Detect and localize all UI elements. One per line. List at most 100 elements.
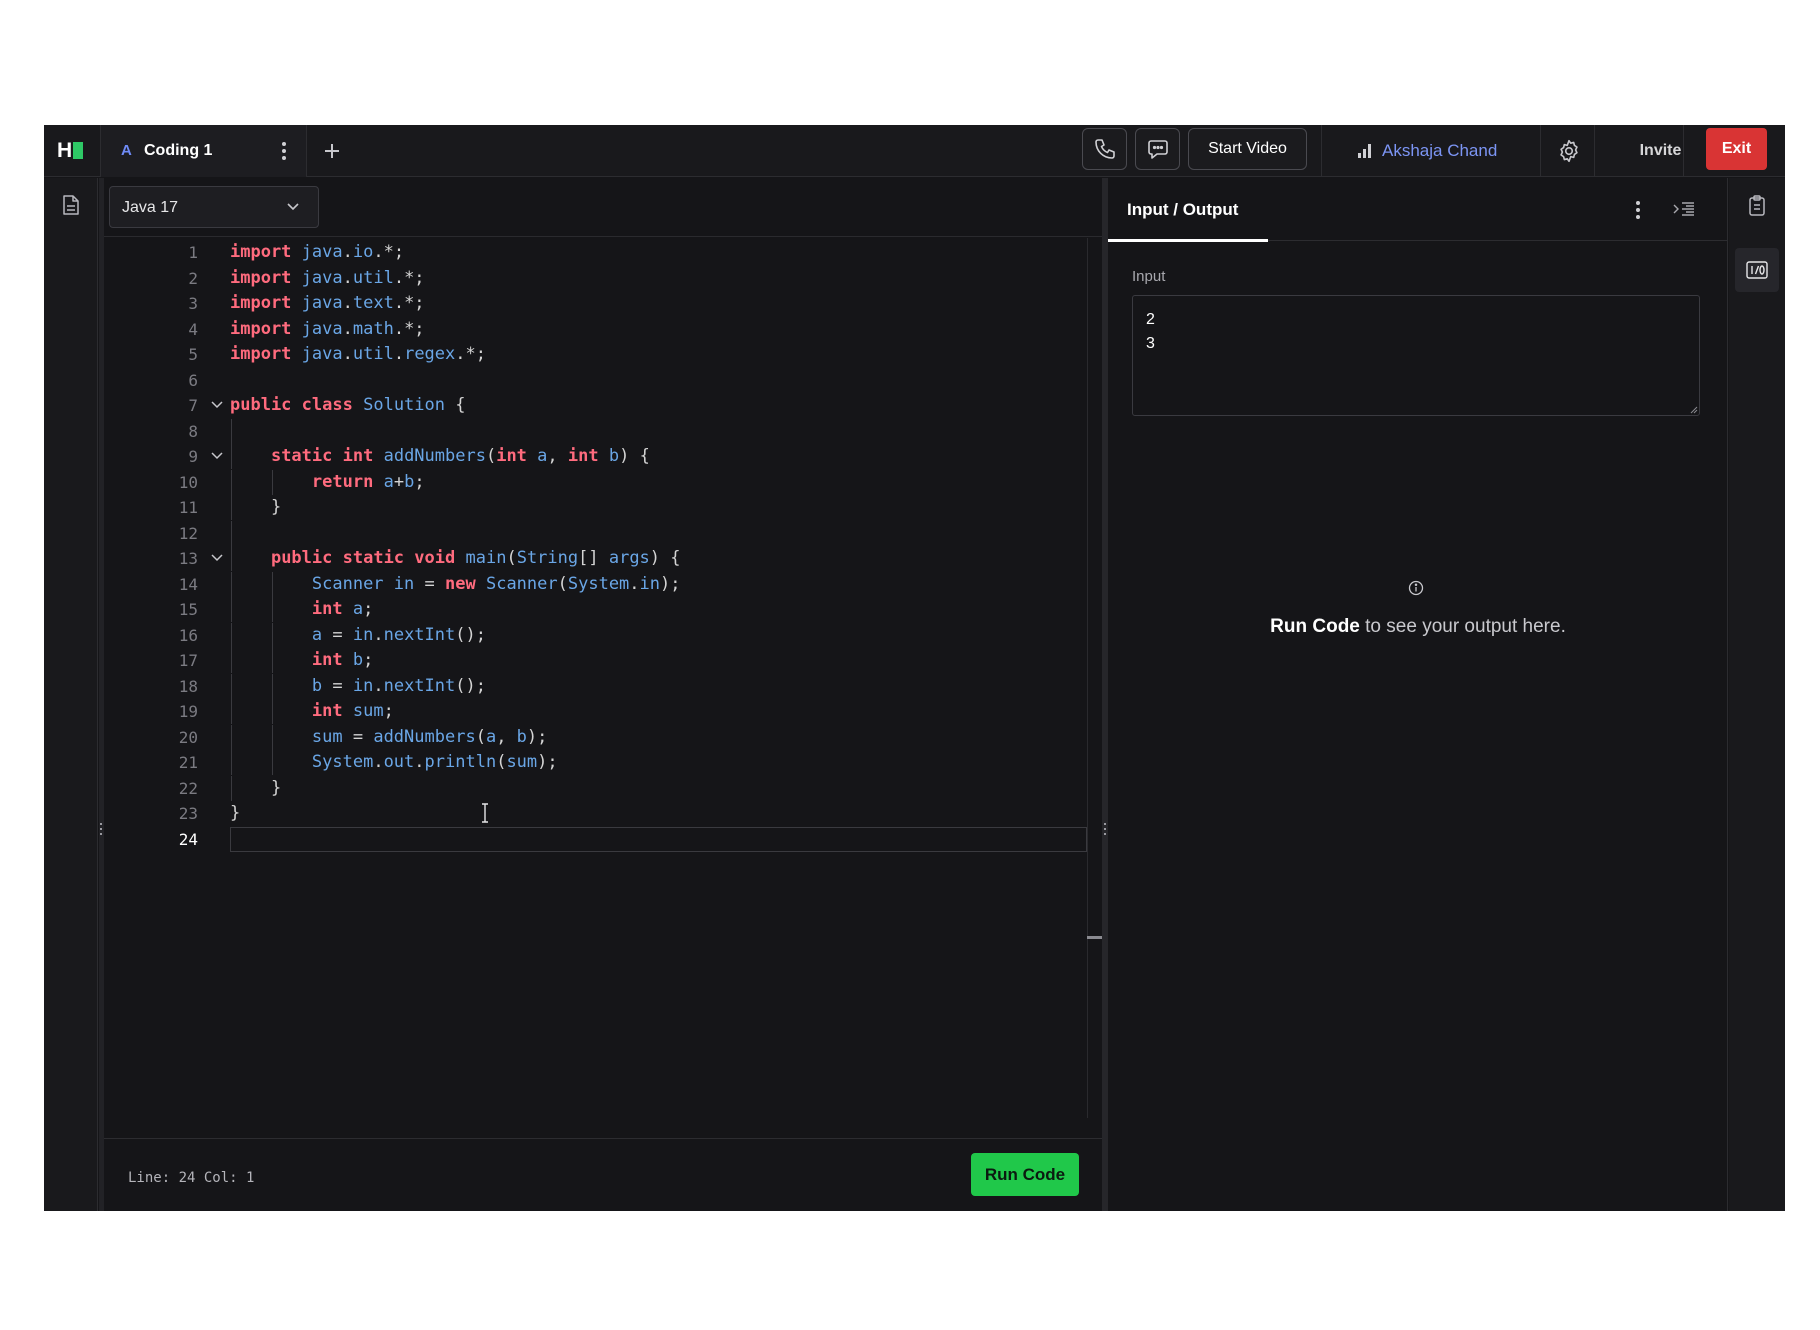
- line-number: 5: [188, 345, 198, 364]
- clipboard-icon[interactable]: [1747, 195, 1767, 217]
- line-number: 4: [188, 319, 198, 339]
- line-number: 20: [178, 727, 198, 747]
- io-menu-icon[interactable]: [1631, 198, 1645, 222]
- interview-app: H A Coding 1 Start Video Akshaja Chand I…: [44, 125, 1785, 1211]
- line-number: 11: [178, 498, 198, 517]
- code-line[interactable]: 7 public class Solution {: [104, 393, 1087, 418]
- line-number: 10: [178, 472, 198, 492]
- editor-footer: Line: 24 Col: 1 Run Code: [104, 1138, 1102, 1211]
- chevron-down-icon: [287, 203, 299, 211]
- code-line[interactable]: 5 import java.util.regex.*;: [104, 342, 1087, 367]
- code-line[interactable]: 10 return a+b;: [104, 469, 1087, 495]
- input-output-panel: Input / Output Input Run Code to see you…: [1108, 178, 1728, 1211]
- line-number: 3: [188, 294, 198, 313]
- cursor-position: Line: 24 Col: 1: [128, 1170, 255, 1186]
- code-line[interactable]: 11 }: [104, 495, 1087, 520]
- code-line[interactable]: 20 sum = addNumbers(a, b);: [104, 724, 1087, 750]
- code-line[interactable]: 1 import java.io.*;: [104, 240, 1087, 265]
- line-number: 17: [178, 651, 198, 670]
- logo-letter: H: [57, 139, 73, 162]
- code-line[interactable]: 18 b = in.nextInt();: [104, 673, 1087, 699]
- code-text: Scanner in = new Scanner(System.in);: [311, 573, 681, 594]
- tab-menu-icon[interactable]: [277, 137, 291, 165]
- code-text: b = in.nextInt();: [311, 675, 486, 696]
- code-line[interactable]: 6: [104, 368, 1087, 393]
- code-text: }: [230, 803, 241, 823]
- signal-strength-icon: [1358, 144, 1372, 158]
- code-text: import java.util.*;: [230, 267, 425, 288]
- line-number: 24: [178, 829, 198, 849]
- collapse-panel-icon[interactable]: [1673, 200, 1695, 218]
- code-line[interactable]: 3 import java.text.*;: [104, 291, 1087, 316]
- left-rail: [44, 178, 98, 1211]
- line-number: 15: [178, 600, 198, 619]
- resize-handle-icon[interactable]: [1690, 406, 1698, 414]
- tab-avatar-letter: A: [121, 142, 132, 159]
- line-number: 9: [188, 447, 198, 466]
- start-video-button[interactable]: Start Video: [1188, 128, 1307, 170]
- language-value: Java 17: [122, 199, 179, 216]
- code-line[interactable]: 15 int a;: [104, 597, 1087, 622]
- code-text: public class Solution {: [230, 395, 466, 415]
- line-number: 22: [178, 778, 198, 798]
- code-line[interactable]: 23}: [104, 801, 1087, 826]
- line-number: 14: [178, 574, 198, 594]
- fold-chevron-icon[interactable]: [210, 400, 224, 410]
- line-number: 7: [188, 396, 198, 415]
- stdin-input[interactable]: [1132, 295, 1700, 416]
- fold-chevron-icon[interactable]: [210, 553, 224, 563]
- editor-scrollbar[interactable]: [1087, 238, 1088, 1118]
- code-line[interactable]: 13 public static void main(String[] args…: [104, 546, 1087, 571]
- code-line[interactable]: 24: [104, 826, 1087, 852]
- line-number: 8: [188, 421, 198, 441]
- code-text: static int addNumbers(int a, int b) {: [270, 446, 650, 466]
- add-tab-icon[interactable]: [319, 138, 345, 164]
- io-icon: [1746, 261, 1768, 279]
- io-header: Input / Output: [1108, 178, 1728, 242]
- code-line[interactable]: 2 import java.util.*;: [104, 266, 1087, 291]
- empty-message-text: to see your output here.: [1359, 616, 1566, 637]
- code-line[interactable]: 17 int b;: [104, 648, 1087, 673]
- code-area[interactable]: 1 import java.io.*; 2 import java.util.*; 3 i…: [104, 238, 1087, 1158]
- io-panel-toggle[interactable]: [1735, 248, 1779, 292]
- code-line[interactable]: 9 static int addNumbers(int a, int b) {: [104, 444, 1087, 469]
- document-icon[interactable]: [61, 194, 81, 216]
- language-select[interactable]: Java 17: [109, 186, 319, 228]
- code-line[interactable]: 8: [104, 418, 1087, 444]
- code-line[interactable]: 19 int sum;: [104, 699, 1087, 724]
- run-code-button[interactable]: Run Code: [971, 1153, 1079, 1196]
- code-text: public static void main(String[] args) {: [270, 548, 681, 568]
- exit-button[interactable]: Exit: [1706, 128, 1767, 170]
- code-text: int b;: [311, 650, 374, 670]
- right-rail: [1729, 178, 1785, 1211]
- tab-coding-1[interactable]: A Coding 1: [101, 125, 306, 177]
- settings-button[interactable]: [1556, 138, 1582, 164]
- empty-message-run-code: Run Code: [1270, 616, 1360, 637]
- logo: H: [57, 139, 85, 163]
- code-line[interactable]: 4 import java.math.*;: [104, 317, 1087, 342]
- code-text: import java.text.*;: [230, 293, 425, 313]
- code-text: System.out.println(sum);: [311, 752, 558, 772]
- code-text: import java.util.regex.*;: [230, 344, 486, 364]
- tab-input-output[interactable]: Input / Output: [1108, 178, 1268, 242]
- scrollbar-cursor-marker: [1087, 936, 1102, 939]
- code-line[interactable]: 14 Scanner in = new Scanner(System.in);: [104, 571, 1087, 597]
- call-button[interactable]: [1082, 128, 1127, 170]
- chat-icon: [1148, 140, 1168, 159]
- code-line[interactable]: 22 }: [104, 775, 1087, 801]
- chat-button[interactable]: [1135, 128, 1180, 170]
- info-icon: [1408, 580, 1424, 596]
- code-text: a = in.nextInt();: [311, 624, 486, 645]
- code-line[interactable]: 21 System.out.println(sum);: [104, 750, 1087, 775]
- line-number: 1: [188, 243, 198, 262]
- participant-name[interactable]: Akshaja Chand: [1382, 141, 1497, 161]
- line-number: 19: [178, 702, 198, 721]
- fold-chevron-icon[interactable]: [210, 451, 224, 461]
- gear-icon: [1560, 139, 1578, 163]
- line-number: 18: [178, 676, 198, 696]
- current-line-highlight: [230, 826, 1087, 852]
- tab-label: Coding 1: [144, 142, 213, 159]
- code-text: }: [230, 777, 282, 798]
- code-line[interactable]: 16 a = in.nextInt();: [104, 622, 1087, 648]
- code-line[interactable]: 12: [104, 520, 1087, 546]
